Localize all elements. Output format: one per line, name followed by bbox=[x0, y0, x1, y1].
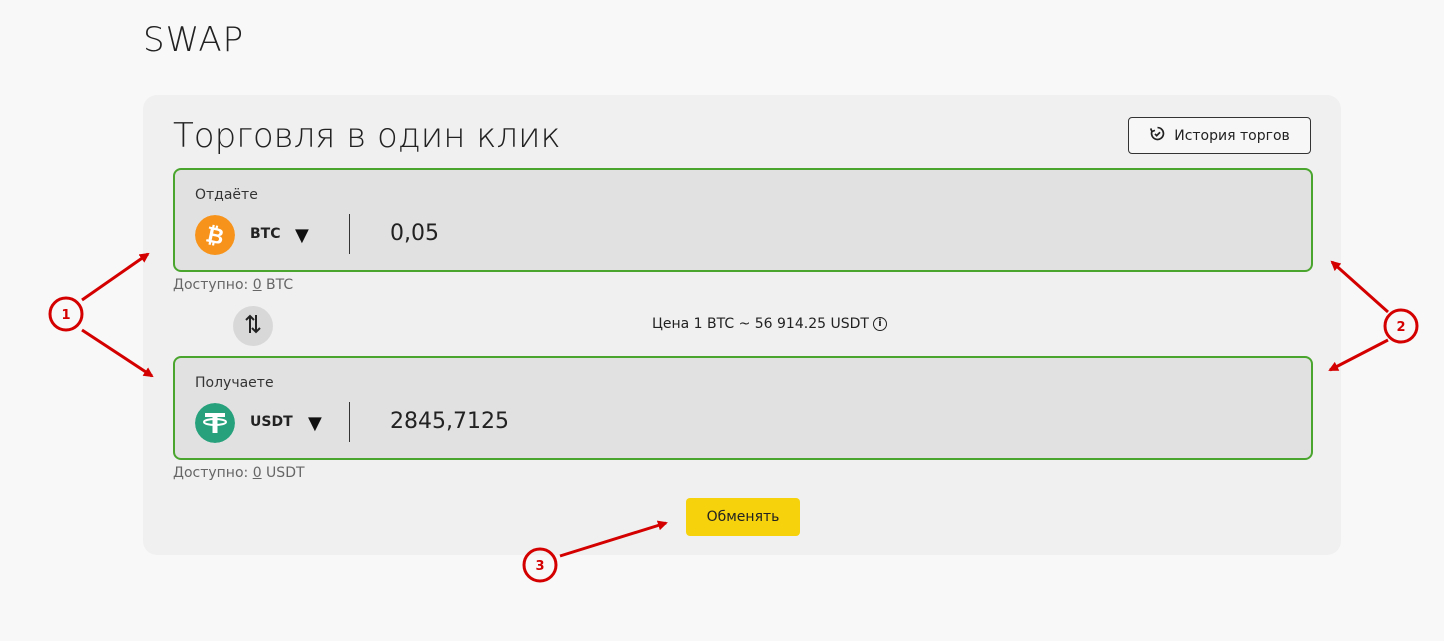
history-icon bbox=[1149, 125, 1166, 146]
give-available-unit: BTC bbox=[261, 277, 294, 293]
price-info: Цена 1 BTC ~ 56 914.25 USDT i bbox=[652, 316, 887, 332]
bitcoin-icon: ₿ bbox=[195, 215, 235, 255]
swap-direction-button[interactable] bbox=[233, 306, 273, 346]
give-box: Отдаёте ₿ BTC ▼ 0,05 bbox=[173, 168, 1313, 272]
give-available-prefix: Доступно: bbox=[173, 277, 253, 293]
price-text: Цена 1 BTC ~ 56 914.25 USDT bbox=[652, 316, 869, 332]
give-amount-input[interactable]: 0,05 bbox=[390, 221, 439, 246]
get-available-prefix: Доступно: bbox=[173, 465, 253, 481]
info-icon[interactable]: i bbox=[872, 317, 887, 331]
get-available-value[interactable]: 0 bbox=[253, 465, 262, 481]
trade-history-button[interactable]: История торгов bbox=[1128, 117, 1311, 154]
give-available-value[interactable]: 0 bbox=[253, 277, 262, 293]
annotation-2: 2 bbox=[1396, 320, 1405, 335]
get-dropdown-icon[interactable]: ▼ bbox=[308, 413, 322, 434]
get-coin-select[interactable]: USDT bbox=[250, 414, 293, 430]
tether-icon bbox=[195, 403, 235, 443]
annotation-1: 1 bbox=[61, 308, 70, 323]
history-button-label: История торгов bbox=[1174, 127, 1290, 144]
page-title: SWAP bbox=[143, 20, 245, 60]
give-coin-select[interactable]: BTC bbox=[250, 226, 281, 242]
get-available-unit: USDT bbox=[261, 465, 305, 481]
get-box: Получаете USDT ▼ 2845,7125 bbox=[173, 356, 1313, 460]
exchange-button[interactable]: Обменять bbox=[686, 498, 800, 536]
get-label: Получаете bbox=[195, 375, 274, 391]
card-title: Торговля в один клик bbox=[173, 116, 561, 156]
annotation-3: 3 bbox=[535, 559, 544, 574]
give-dropdown-icon[interactable]: ▼ bbox=[295, 225, 309, 246]
get-available: Доступно: 0 USDT bbox=[173, 465, 305, 481]
swap-arrows-icon bbox=[243, 313, 263, 339]
get-divider bbox=[349, 402, 350, 442]
give-label: Отдаёте bbox=[195, 187, 258, 203]
give-available: Доступно: 0 BTC bbox=[173, 277, 293, 293]
give-divider bbox=[349, 214, 350, 254]
get-amount-input[interactable]: 2845,7125 bbox=[390, 409, 509, 434]
